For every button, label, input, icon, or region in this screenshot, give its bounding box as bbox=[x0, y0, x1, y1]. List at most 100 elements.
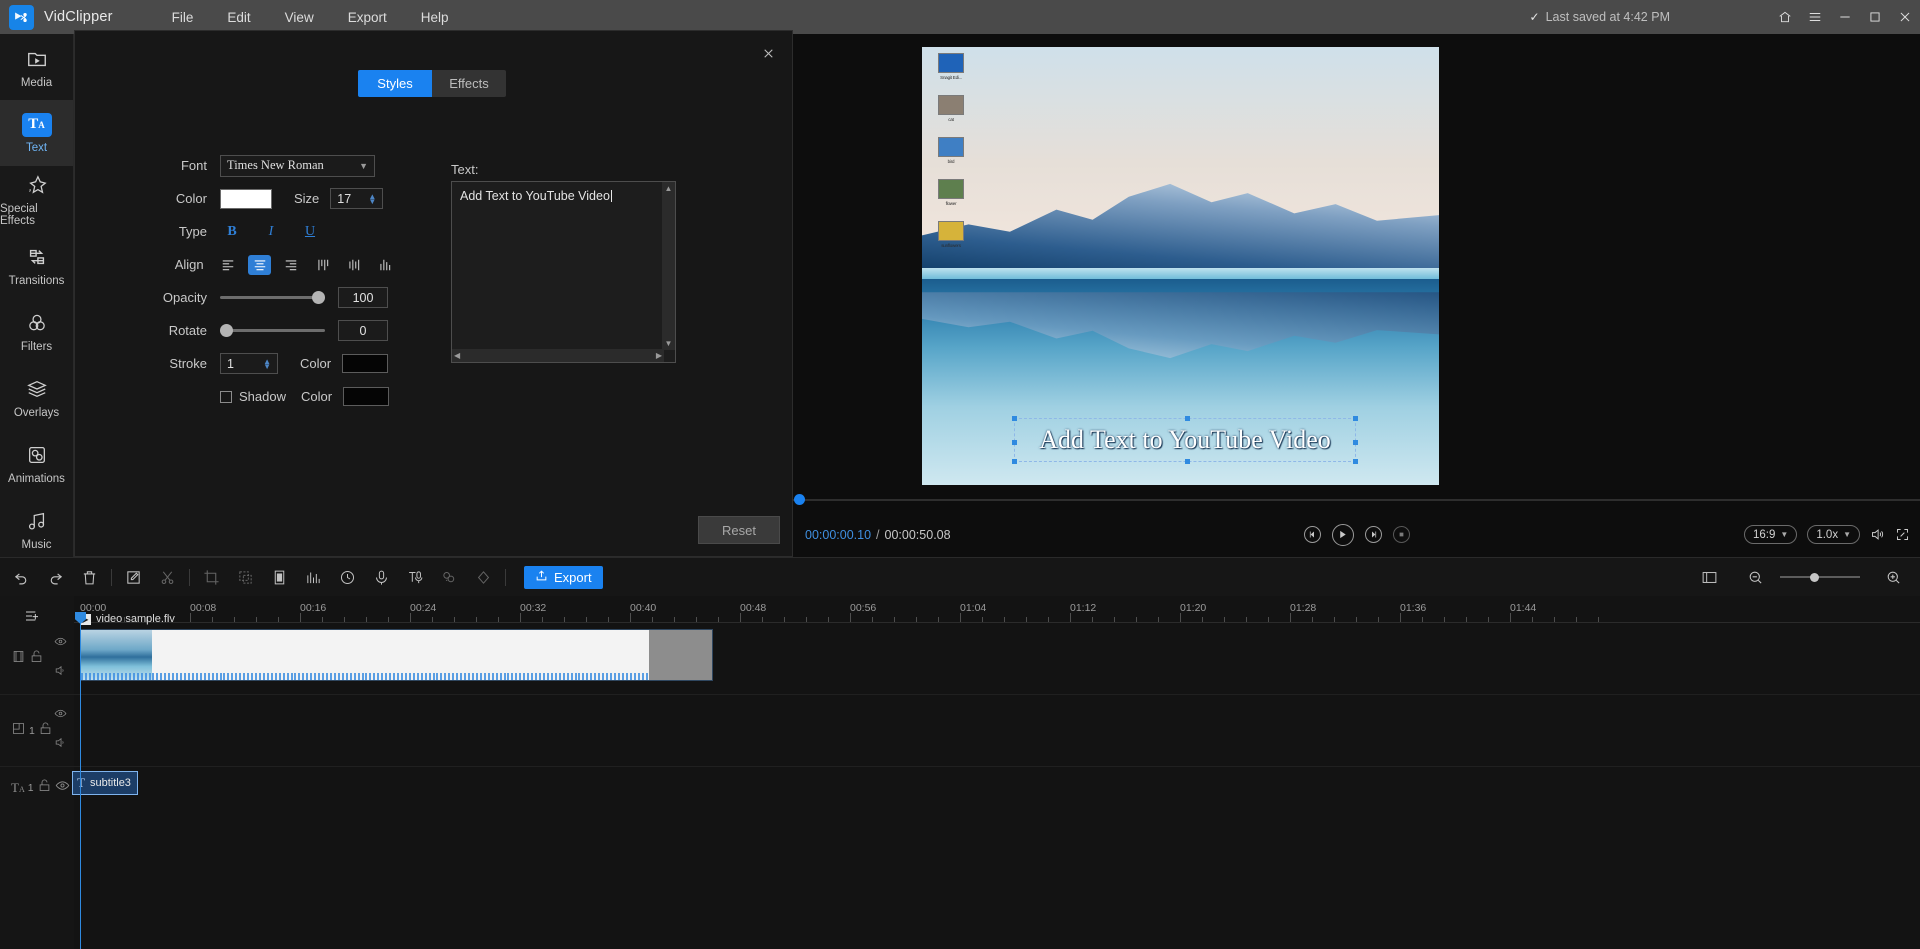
stroke-color-swatch[interactable] bbox=[342, 354, 389, 373]
size-stepper[interactable]: ▲ ▼ bbox=[368, 192, 376, 205]
aspect-ratio-select[interactable]: 16:9 ▼ bbox=[1744, 525, 1798, 544]
play-icon[interactable] bbox=[1331, 523, 1354, 546]
text-input-area[interactable]: Add Text to YouTube Video ▲ ▼ ◀ ▶ bbox=[451, 181, 676, 363]
duplicate-icon[interactable] bbox=[232, 564, 258, 590]
tab-styles[interactable]: Styles bbox=[358, 70, 432, 97]
track-video[interactable]: ▶ video sample.flv bbox=[0, 613, 1920, 695]
resize-handle-tl[interactable] bbox=[1012, 416, 1017, 421]
eye-icon[interactable] bbox=[54, 635, 67, 653]
stop-icon[interactable] bbox=[1392, 526, 1410, 543]
export-button[interactable]: Export bbox=[524, 565, 603, 589]
delete-icon[interactable] bbox=[76, 564, 102, 590]
slider-knob[interactable] bbox=[220, 324, 233, 337]
timeline-clip-subtitle[interactable]: T subtitle3 bbox=[72, 771, 138, 795]
sidebar-item-media[interactable]: Media bbox=[0, 34, 73, 100]
speech-to-text-icon[interactable] bbox=[436, 564, 462, 590]
sidebar-item-transitions[interactable]: Transitions bbox=[0, 232, 73, 298]
add-track-icon[interactable] bbox=[22, 608, 42, 624]
sidebar-item-text[interactable]: TA Text bbox=[0, 100, 73, 166]
eye-icon[interactable] bbox=[55, 778, 70, 798]
fullscreen-icon[interactable] bbox=[1895, 527, 1910, 542]
menu-export[interactable]: Export bbox=[331, 5, 404, 30]
opacity-value[interactable]: 100 bbox=[338, 287, 388, 308]
hamburger-menu-icon[interactable] bbox=[1800, 0, 1830, 34]
mosaic-icon[interactable] bbox=[266, 564, 292, 590]
minimize-icon[interactable] bbox=[1830, 0, 1860, 34]
unlock-icon[interactable] bbox=[29, 649, 44, 669]
textarea-vertical-scrollbar[interactable]: ▲ ▼ bbox=[662, 182, 675, 350]
scroll-right-icon[interactable]: ▶ bbox=[656, 351, 662, 360]
underline-button[interactable]: U bbox=[298, 222, 322, 242]
zoom-out-icon[interactable] bbox=[1742, 564, 1768, 590]
scrubber-handle[interactable] bbox=[794, 494, 805, 505]
zoom-slider-knob[interactable] bbox=[1810, 572, 1819, 582]
tab-effects[interactable]: Effects bbox=[432, 70, 506, 97]
video-preview[interactable]: Snagit Edi... cat bird flower sunflowers bbox=[922, 47, 1439, 485]
menu-help[interactable]: Help bbox=[404, 5, 466, 30]
caption-selection-box[interactable]: Add Text to YouTube Video bbox=[1012, 416, 1358, 464]
resize-handle-br[interactable] bbox=[1353, 459, 1358, 464]
resize-handle-mr[interactable] bbox=[1353, 440, 1358, 445]
maximize-icon[interactable] bbox=[1860, 0, 1890, 34]
slider-knob[interactable] bbox=[312, 291, 325, 304]
keyframe-icon[interactable] bbox=[470, 564, 496, 590]
microphone-icon[interactable] bbox=[368, 564, 394, 590]
stroke-stepper[interactable]: ▲ ▼ bbox=[263, 357, 271, 370]
clock-icon[interactable] bbox=[334, 564, 360, 590]
bold-button[interactable]: B bbox=[220, 222, 244, 242]
align-center-icon[interactable] bbox=[248, 254, 272, 275]
shadow-color-swatch[interactable] bbox=[343, 387, 390, 406]
undo-icon[interactable] bbox=[8, 564, 34, 590]
valign-middle-icon[interactable] bbox=[342, 255, 365, 275]
resize-handle-bl[interactable] bbox=[1012, 459, 1017, 464]
speaker-icon[interactable] bbox=[54, 664, 67, 682]
resize-handle-ml[interactable] bbox=[1012, 440, 1017, 445]
opacity-slider[interactable] bbox=[220, 289, 325, 307]
rotate-value[interactable]: 0 bbox=[338, 320, 388, 341]
track-text[interactable]: TA 1 T subtitle3 bbox=[0, 767, 1920, 809]
volume-icon[interactable] bbox=[1870, 527, 1885, 542]
text-to-speech-icon[interactable] bbox=[402, 564, 428, 590]
reset-button[interactable]: Reset bbox=[698, 516, 780, 544]
resize-handle-tr[interactable] bbox=[1353, 416, 1358, 421]
menu-view[interactable]: View bbox=[268, 5, 331, 30]
shadow-checkbox[interactable] bbox=[220, 390, 232, 403]
playhead[interactable] bbox=[75, 612, 86, 949]
menu-edit[interactable]: Edit bbox=[210, 5, 267, 30]
scroll-up-icon[interactable]: ▲ bbox=[665, 184, 673, 193]
audio-detach-icon[interactable] bbox=[300, 564, 326, 590]
rotate-slider[interactable] bbox=[220, 322, 325, 340]
home-icon[interactable] bbox=[1770, 0, 1800, 34]
timeline-ruler[interactable]: 00:00 00:08 00:16 00:24 00:32 00:40 00:48 00:56… bbox=[74, 596, 1920, 623]
zoom-in-icon[interactable] bbox=[1880, 564, 1906, 590]
align-left-icon[interactable] bbox=[217, 255, 240, 275]
unlock-icon[interactable] bbox=[37, 778, 52, 798]
eye-icon[interactable] bbox=[54, 707, 67, 725]
speaker-icon[interactable] bbox=[54, 736, 67, 754]
sidebar-item-special-effects[interactable]: Special Effects bbox=[0, 166, 73, 232]
valign-top-icon[interactable] bbox=[311, 255, 334, 275]
split-scissors-icon[interactable] bbox=[154, 564, 180, 590]
font-select[interactable]: Times New Roman ▼ bbox=[220, 154, 375, 177]
valign-bottom-icon[interactable] bbox=[374, 255, 397, 275]
speed-select[interactable]: 1.0x ▼ bbox=[1807, 525, 1860, 544]
zoom-slider[interactable] bbox=[1780, 570, 1860, 584]
track-overlay[interactable]: 1 bbox=[0, 695, 1920, 767]
sidebar-item-animations[interactable]: Animations bbox=[0, 430, 73, 496]
scroll-down-icon[interactable]: ▼ bbox=[665, 339, 673, 348]
sidebar-item-filters[interactable]: Filters bbox=[0, 298, 73, 364]
close-icon[interactable] bbox=[1890, 0, 1920, 34]
text-color-swatch[interactable] bbox=[220, 188, 272, 209]
stroke-input[interactable]: 1 ▲ ▼ bbox=[220, 353, 278, 374]
textarea-horizontal-scrollbar[interactable]: ◀ ▶ bbox=[452, 349, 664, 362]
crop-icon[interactable] bbox=[198, 564, 224, 590]
fit-timeline-icon[interactable] bbox=[1696, 564, 1722, 590]
resize-handle-tc[interactable] bbox=[1185, 416, 1190, 421]
scroll-left-icon[interactable]: ◀ bbox=[454, 351, 460, 360]
align-right-icon[interactable] bbox=[279, 255, 302, 275]
redo-icon[interactable] bbox=[42, 564, 68, 590]
menu-file[interactable]: File bbox=[155, 5, 211, 30]
italic-button[interactable]: I bbox=[259, 222, 283, 242]
prev-frame-icon[interactable] bbox=[1303, 526, 1321, 543]
unlock-icon[interactable] bbox=[38, 721, 53, 741]
